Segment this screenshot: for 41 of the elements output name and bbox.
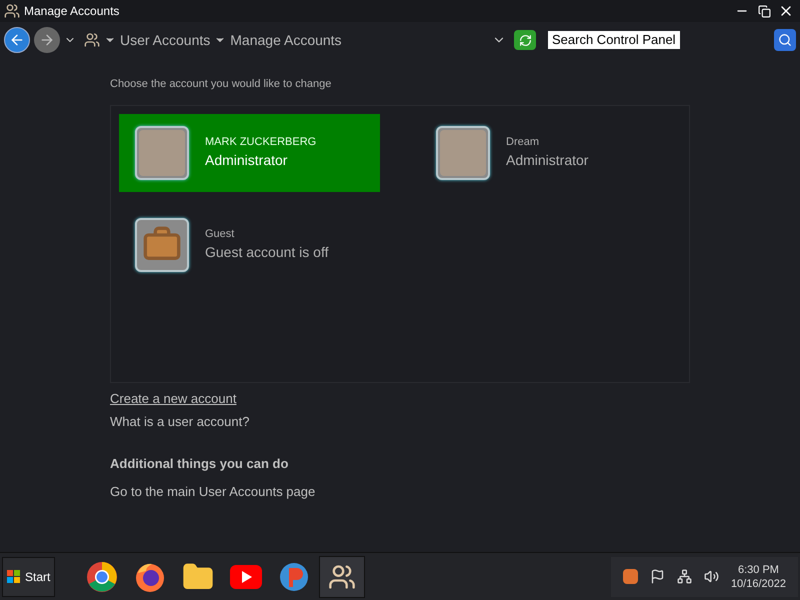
account-type: Guest account is off (205, 243, 328, 262)
search-button[interactable] (774, 29, 796, 51)
instruction-text: Choose the account you would like to change (110, 77, 332, 92)
search-icon (778, 33, 792, 47)
account-type: Administrator (506, 151, 588, 170)
account-tile[interactable]: MARK ZUCKERBERG Administrator (119, 114, 380, 192)
p-logo-icon (278, 560, 310, 592)
account-tile[interactable]: Dream Administrator (420, 114, 681, 192)
refresh-icon (518, 34, 532, 46)
section-heading: Additional things you can do (110, 454, 290, 473)
back-button[interactable] (4, 27, 30, 53)
account-name: MARK ZUCKERBERG (205, 134, 316, 150)
users-icon (84, 32, 100, 48)
breadcrumb-item[interactable]: User Accounts (120, 30, 210, 50)
help-link[interactable]: What is a user account? (110, 412, 250, 432)
account-type: Administrator (205, 151, 288, 170)
users-icon (328, 562, 356, 590)
clock-time[interactable]: 6:30 PM (738, 562, 779, 576)
forward-arrow-icon (39, 32, 55, 48)
refresh-button[interactable] (514, 30, 536, 50)
account-name: Guest (205, 226, 236, 242)
network-icon[interactable] (676, 569, 692, 584)
window-title: Manage Accounts (24, 3, 120, 20)
restore-icon (758, 4, 770, 18)
speaker-icon[interactable] (704, 569, 719, 584)
windows-logo-icon (7, 570, 21, 584)
account-tile[interactable]: Guest Guest account is off (119, 206, 380, 284)
play-icon (230, 564, 262, 588)
account-name: Dream (506, 134, 540, 150)
user-accounts-link[interactable]: Go to the main User Accounts page (110, 482, 800, 502)
taskbar-app-button[interactable] (319, 556, 366, 598)
users-icon (4, 3, 20, 19)
forward-button[interactable] (34, 27, 60, 53)
chrome-icon (86, 560, 118, 592)
flag-icon[interactable] (650, 569, 665, 584)
create-account-link[interactable]: Create a new account (110, 388, 236, 408)
clock-date[interactable]: 10/16/2022 (730, 576, 786, 590)
start-button[interactable]: Start (2, 556, 56, 596)
breadcrumb-item[interactable]: Manage Accounts (230, 30, 342, 50)
app-tray-icon[interactable] (622, 569, 638, 584)
search-field[interactable]: Search Control Panel (548, 31, 680, 49)
